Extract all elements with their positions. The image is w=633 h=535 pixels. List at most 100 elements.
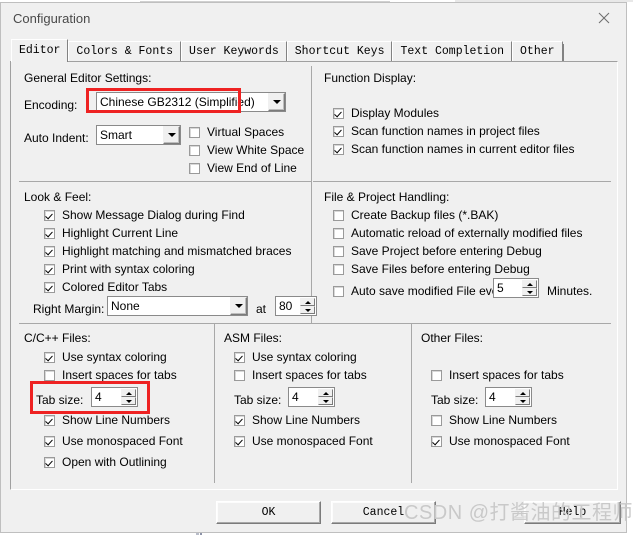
other-files-title: Other Files: xyxy=(421,331,484,345)
right-margin-at-value: 80 xyxy=(279,299,293,313)
row-divider-1-left xyxy=(19,181,311,182)
checkbox-ccpp-open-with-outlining[interactable]: Open with Outlining xyxy=(44,455,167,469)
stepper-down-icon[interactable] xyxy=(318,397,333,405)
checkbox-virtual-spaces[interactable]: Virtual Spaces xyxy=(189,125,284,139)
ccpp-tab-size-label: Tab size: xyxy=(36,393,84,407)
checkbox-box[interactable] xyxy=(431,369,442,381)
checkbox-view-end-of-line[interactable]: View End of Line xyxy=(189,161,297,175)
checkbox-asm-use-monospaced-font[interactable]: Use monospaced Font xyxy=(234,434,373,448)
checkbox-box[interactable] xyxy=(333,227,344,239)
stepper-up-icon[interactable] xyxy=(515,389,530,397)
stepper-buttons xyxy=(300,298,315,314)
stepper-up-icon[interactable] xyxy=(121,389,136,397)
ccpp-tab-size-stepper[interactable]: 4 xyxy=(91,387,138,407)
checkbox-box[interactable] xyxy=(333,285,344,297)
right-margin-at-label: at xyxy=(256,302,267,316)
checkbox-box[interactable] xyxy=(44,245,55,257)
checkbox-label: Virtual Spaces xyxy=(207,125,285,139)
right-margin-at-stepper[interactable]: 80 xyxy=(275,296,317,316)
checkbox-highlight-current-line[interactable]: Highlight Current Line xyxy=(44,226,178,240)
tab-editor[interactable]: Editor xyxy=(11,39,69,62)
checkbox-box[interactable] xyxy=(333,107,344,119)
autosave-minutes-stepper[interactable]: 5 xyxy=(493,278,539,298)
checkbox-scan-project-files[interactable]: Scan function names in project files xyxy=(333,124,540,138)
asm-tab-size-stepper[interactable]: 4 xyxy=(288,387,335,407)
encoding-combobox[interactable]: Chinese GB2312 (Simplified) xyxy=(96,92,286,112)
chevron-down-icon[interactable] xyxy=(268,93,285,111)
tab-text-completion[interactable]: Text Completion xyxy=(392,41,513,62)
tab-colors-and-fonts[interactable]: Colors & Fonts xyxy=(68,41,182,62)
checkbox-auto-save-modified-file[interactable]: Auto save modified File every xyxy=(333,284,508,298)
checkbox-save-files-before-debug[interactable]: Save Files before entering Debug xyxy=(333,262,530,276)
checkbox-box[interactable] xyxy=(333,245,344,257)
checkbox-box[interactable] xyxy=(189,126,200,138)
checkbox-ccpp-insert-spaces-for-tabs[interactable]: Insert spaces for tabs xyxy=(44,368,177,382)
tab-other[interactable]: Other xyxy=(512,41,563,62)
checkbox-box[interactable] xyxy=(431,414,442,426)
checkbox-box[interactable] xyxy=(431,435,442,447)
checkbox-box[interactable] xyxy=(333,209,344,221)
file-project-handling-title: File & Project Handling: xyxy=(324,190,450,204)
checkbox-box[interactable] xyxy=(234,414,245,426)
checkbox-box[interactable] xyxy=(189,162,200,174)
checkbox-ccpp-use-syntax-coloring[interactable]: Use syntax coloring xyxy=(44,350,167,364)
chevron-down-icon[interactable] xyxy=(163,126,180,144)
stepper-down-icon[interactable] xyxy=(300,306,315,314)
checkbox-box[interactable] xyxy=(189,144,200,156)
checkbox-box[interactable] xyxy=(44,414,55,426)
checkbox-save-project-before-debug[interactable]: Save Project before entering Debug xyxy=(333,244,542,258)
chevron-down-icon[interactable] xyxy=(230,297,247,315)
stepper-down-icon[interactable] xyxy=(522,288,537,296)
other-tab-size-stepper[interactable]: 4 xyxy=(485,387,532,407)
stepper-buttons xyxy=(318,389,333,405)
checkbox-box[interactable] xyxy=(44,369,55,381)
checkbox-ccpp-show-line-numbers[interactable]: Show Line Numbers xyxy=(44,413,170,427)
checkbox-box[interactable] xyxy=(44,351,55,363)
checkbox-box[interactable] xyxy=(44,263,55,275)
stepper-down-icon[interactable] xyxy=(515,397,530,405)
stepper-up-icon[interactable] xyxy=(318,389,333,397)
other-tab-size-label: Tab size: xyxy=(431,393,479,407)
checkbox-other-insert-spaces-for-tabs[interactable]: Insert spaces for tabs xyxy=(431,368,564,382)
checkbox-box[interactable] xyxy=(333,125,344,137)
checkbox-box[interactable] xyxy=(44,227,55,239)
checkbox-box[interactable] xyxy=(333,263,344,275)
checkbox-box[interactable] xyxy=(234,351,245,363)
checkbox-box[interactable] xyxy=(234,435,245,447)
tab-shortcut-keys[interactable]: Shortcut Keys xyxy=(286,41,393,62)
checkbox-asm-show-line-numbers[interactable]: Show Line Numbers xyxy=(234,413,360,427)
checkbox-other-use-monospaced-font[interactable]: Use monospaced Font xyxy=(431,434,570,448)
stepper-up-icon[interactable] xyxy=(300,298,315,306)
checkbox-create-backup-files[interactable]: Create Backup files (*.BAK) xyxy=(333,208,498,222)
checkbox-box[interactable] xyxy=(44,435,55,447)
stepper-up-icon[interactable] xyxy=(522,280,537,288)
checkbox-box[interactable] xyxy=(44,281,55,293)
ok-button[interactable]: OK xyxy=(216,501,321,524)
checkbox-box[interactable] xyxy=(234,369,245,381)
column-divider-bottom-1 xyxy=(214,323,215,483)
checkbox-show-message-dialog[interactable]: Show Message Dialog during Find xyxy=(44,208,245,222)
checkbox-other-show-line-numbers[interactable]: Show Line Numbers xyxy=(431,413,557,427)
stepper-down-icon[interactable] xyxy=(121,397,136,405)
checkbox-highlight-braces[interactable]: Highlight matching and mismatched braces xyxy=(44,244,291,258)
tab-strip-end xyxy=(562,44,567,62)
close-icon[interactable] xyxy=(582,3,626,33)
help-button[interactable]: Help xyxy=(524,501,621,524)
right-margin-combobox[interactable]: None xyxy=(107,296,248,316)
checkbox-print-syntax-coloring[interactable]: Print with syntax coloring xyxy=(44,262,195,276)
checkbox-automatic-reload[interactable]: Automatic reload of externally modified … xyxy=(333,226,582,240)
checkbox-asm-use-syntax-coloring[interactable]: Use syntax coloring xyxy=(234,350,357,364)
checkbox-label: Insert spaces for tabs xyxy=(252,368,367,382)
checkbox-asm-insert-spaces-for-tabs[interactable]: Insert spaces for tabs xyxy=(234,368,367,382)
checkbox-view-white-space[interactable]: View White Space xyxy=(189,143,304,157)
checkbox-ccpp-use-monospaced-font[interactable]: Use monospaced Font xyxy=(44,434,183,448)
tab-user-keywords[interactable]: User Keywords xyxy=(181,41,287,62)
cancel-button[interactable]: Cancel xyxy=(331,501,436,524)
checkbox-box[interactable] xyxy=(44,209,55,221)
checkbox-box[interactable] xyxy=(44,456,55,468)
auto-indent-combobox[interactable]: Smart xyxy=(96,125,181,145)
checkbox-scan-current-editor-files[interactable]: Scan function names in current editor fi… xyxy=(333,142,574,156)
checkbox-colored-editor-tabs[interactable]: Colored Editor Tabs xyxy=(44,280,167,294)
checkbox-box[interactable] xyxy=(333,143,344,155)
checkbox-display-modules[interactable]: Display Modules xyxy=(333,106,439,120)
